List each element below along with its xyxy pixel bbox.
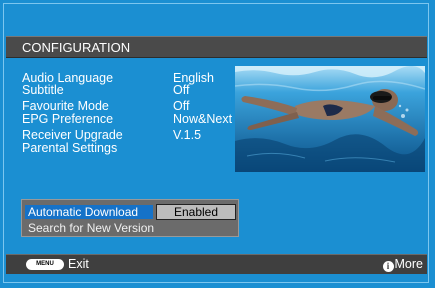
setting-value: Now&Next [173,111,233,126]
download-panel: Automatic Download Enabled Search for Ne… [21,199,239,237]
footer-bar: MENU Exit i More [6,254,427,274]
preview-image [235,66,425,172]
more-button[interactable]: i More [382,257,423,272]
setting-parental-settings[interactable]: Parental Settings [22,141,222,157]
page-title: CONFIGURATION [22,40,131,55]
setting-label: Parental Settings [22,140,118,155]
setting-value: Off [173,82,190,97]
setting-label: EPG Preference [22,111,114,126]
settings-menu: Audio Language English Subtitle Off Favo… [22,71,232,157]
info-icon: i [382,261,394,272]
automatic-download-label: Automatic Download [25,205,153,219]
automatic-download-value[interactable]: Enabled [156,204,236,220]
exit-label[interactable]: Exit [68,257,89,271]
setting-epg-preference[interactable]: EPG Preference Now&Next [22,111,232,128]
swimmer-underwater-photo [235,66,425,172]
search-new-version-button[interactable]: Search for New Version [28,221,154,235]
more-label: More [394,257,423,271]
setting-subtitle[interactable]: Subtitle Off [22,83,222,99]
automatic-download-row[interactable]: Automatic Download Enabled [25,204,237,220]
setting-label: Subtitle [22,82,64,97]
menu-key-icon[interactable]: MENU [26,259,64,270]
title-bar: CONFIGURATION [6,36,427,58]
